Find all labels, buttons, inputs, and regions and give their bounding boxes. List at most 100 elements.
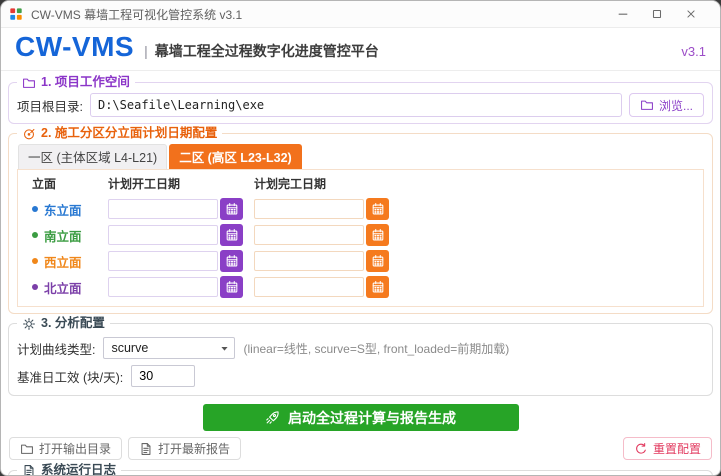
tab-zone-2[interactable]: 二区 (高区 L23-L32): [169, 144, 302, 169]
close-button[interactable]: [678, 3, 712, 26]
app-window: CW-VMS 幕墙工程可视化管控系统 v3.1 CW-VMS | 幕墙工程全过程数…: [0, 0, 721, 476]
calendar-icon: [371, 254, 385, 268]
maximize-icon: [650, 7, 665, 22]
facade-label: 东立面: [44, 200, 82, 219]
gear-icon: [22, 317, 36, 331]
facade-row: 南立面: [32, 223, 697, 247]
start-date-group: [108, 276, 254, 298]
facade-row: 北立面: [32, 275, 697, 299]
folder-icon: [22, 76, 36, 90]
section-log: 系统运行日志 系统就绪 请设置各分区各立面的计划开工/完工日期 (计划开工日期可…: [8, 470, 713, 476]
column-facade: 立面: [32, 175, 108, 192]
finish-date-picker-button[interactable]: [366, 276, 389, 298]
column-finish-date: 计划完工日期: [254, 175, 697, 192]
calendar-icon: [371, 202, 385, 216]
browse-button[interactable]: 浏览...: [629, 93, 704, 117]
reset-config-button[interactable]: 重置配置: [623, 437, 712, 460]
facade-label: 北立面: [44, 278, 82, 297]
section-schedule-title: 2. 施工分区分立面计划日期配置: [17, 125, 222, 142]
facade-name: 西立面: [32, 252, 108, 271]
finish-date-group: [254, 198, 697, 220]
minimize-icon: [616, 7, 631, 22]
calendar-icon: [371, 280, 385, 294]
section-schedule: 2. 施工分区分立面计划日期配置 一区 (主体区域 L4-L21) 二区 (高区…: [8, 133, 713, 314]
reset-icon: [634, 442, 648, 456]
start-date-group: [108, 198, 254, 220]
curve-type-label: 计划曲线类型:: [17, 339, 95, 358]
app-header: CW-VMS | 幕墙工程全过程数字化进度管控平台 v3.1: [1, 28, 720, 71]
finish-date-input[interactable]: [254, 225, 364, 245]
curve-type-hint: (linear=线性, scurve=S型, front_loaded=前期加载…: [243, 340, 509, 357]
facade-bullet-icon: [32, 284, 38, 290]
titlebar: CW-VMS 幕墙工程可视化管控系统 v3.1: [1, 1, 720, 28]
start-date-picker-button[interactable]: [220, 224, 243, 246]
finish-date-picker-button[interactable]: [366, 198, 389, 220]
subtitle-separator: |: [144, 43, 148, 59]
calendar-icon: [225, 228, 239, 242]
facade-row: 东立面: [32, 197, 697, 221]
calendar-icon: [371, 228, 385, 242]
start-date-input[interactable]: [108, 251, 218, 271]
finish-date-group: [254, 250, 697, 272]
daily-rate-input[interactable]: [131, 365, 195, 387]
chevron-down-icon: [219, 343, 230, 354]
daily-rate-label: 基准日工效 (块/天):: [17, 367, 123, 386]
app-grid-icon: [9, 7, 24, 22]
window-title: CW-VMS 幕墙工程可视化管控系统 v3.1: [31, 6, 610, 23]
section-analysis: 3. 分析配置 计划曲线类型: scurve (linear=线性, scurv…: [8, 323, 713, 396]
version-label: v3.1: [681, 44, 706, 59]
open-output-button[interactable]: 打开输出目录: [9, 437, 122, 460]
target-icon: [22, 127, 36, 141]
finish-date-picker-button[interactable]: [366, 250, 389, 272]
finish-date-picker-button[interactable]: [366, 224, 389, 246]
finish-date-input[interactable]: [254, 199, 364, 219]
calendar-icon: [225, 254, 239, 268]
facade-name: 北立面: [32, 278, 108, 297]
start-date-picker-button[interactable]: [220, 250, 243, 272]
facade-label: 西立面: [44, 252, 82, 271]
curve-type-select[interactable]: scurve: [103, 337, 235, 359]
start-date-picker-button[interactable]: [220, 276, 243, 298]
section-log-title: 系统运行日志: [17, 462, 121, 476]
subtitle-text: 幕墙工程全过程数字化进度管控平台: [155, 43, 379, 59]
tab-zone-1[interactable]: 一区 (主体区域 L4-L21): [18, 144, 167, 169]
finish-date-group: [254, 224, 697, 246]
finish-date-input[interactable]: [254, 251, 364, 271]
facade-bullet-icon: [32, 206, 38, 212]
schedule-header-row: 立面 计划开工日期 计划完工日期: [24, 174, 697, 195]
finish-date-input[interactable]: [254, 277, 364, 297]
open-report-button[interactable]: 打开最新报告: [128, 437, 241, 460]
start-date-group: [108, 250, 254, 272]
root-dir-label: 项目根目录:: [17, 96, 83, 115]
zone-tab-panel: 立面 计划开工日期 计划完工日期 东立面 南立面: [17, 169, 704, 307]
section-analysis-title: 3. 分析配置: [17, 315, 110, 332]
maximize-button[interactable]: [644, 3, 678, 26]
root-dir-input[interactable]: [90, 93, 622, 117]
facade-label: 南立面: [44, 226, 82, 245]
column-start-date: 计划开工日期: [108, 175, 254, 192]
brand-logo: CW-VMS: [15, 31, 134, 63]
start-date-input[interactable]: [108, 277, 218, 297]
curve-type-value: scurve: [111, 341, 148, 355]
finish-date-group: [254, 276, 697, 298]
app-subtitle: | 幕墙工程全过程数字化进度管控平台: [144, 41, 379, 61]
start-date-picker-button[interactable]: [220, 198, 243, 220]
calendar-icon: [225, 202, 239, 216]
start-date-input[interactable]: [108, 225, 218, 245]
start-date-input[interactable]: [108, 199, 218, 219]
folder-icon: [20, 442, 34, 456]
run-row: 启动全过程计算与报告生成: [1, 404, 720, 431]
document-icon: [139, 442, 153, 456]
facade-bullet-icon: [32, 258, 38, 264]
minimize-button[interactable]: [610, 3, 644, 26]
facade-name: 南立面: [32, 226, 108, 245]
rocket-icon: [265, 410, 280, 425]
folder-icon: [640, 98, 654, 112]
facade-name: 东立面: [32, 200, 108, 219]
utility-row: 打开输出目录 打开最新报告 重置配置: [1, 437, 720, 460]
facade-bullet-icon: [32, 232, 38, 238]
main-content: 1. 项目工作空间 项目根目录: 浏览... 2. 施工分区分立面计划日期配置 …: [1, 71, 720, 476]
section-workspace: 1. 项目工作空间 项目根目录: 浏览...: [8, 82, 713, 124]
run-button[interactable]: 启动全过程计算与报告生成: [203, 404, 519, 431]
log-document-icon: [22, 464, 36, 476]
